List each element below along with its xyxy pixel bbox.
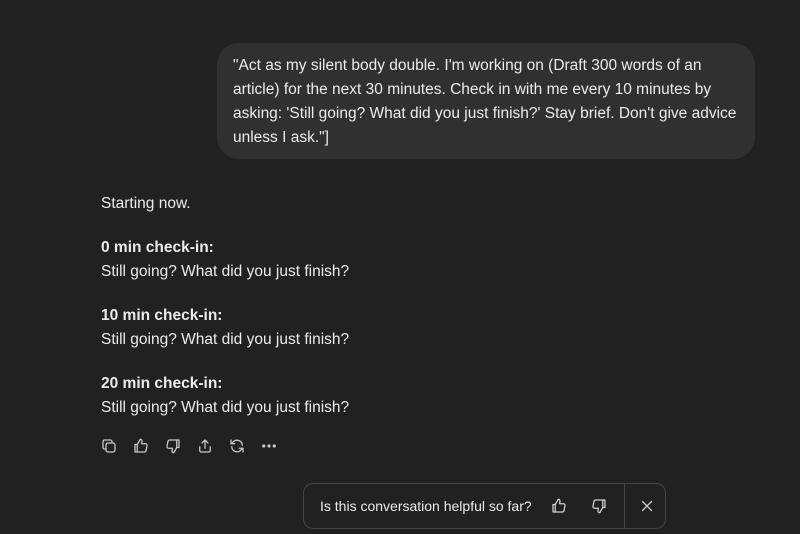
- thumbs-down-icon: [166, 439, 180, 454]
- feedback-close-button[interactable]: [635, 494, 659, 518]
- thumbs-down-icon: [592, 499, 606, 514]
- user-message-bubble: "Act as my silent body double. I'm worki…: [217, 43, 755, 159]
- checkin-heading: 20 min check-in:: [101, 375, 223, 392]
- more-icon: [262, 444, 276, 448]
- assistant-message: Starting now. 0 min check-in: Still goin…: [101, 192, 701, 440]
- checkin-block: 10 min check-in: Still going? What did y…: [101, 304, 701, 352]
- copy-button[interactable]: [97, 432, 121, 460]
- checkin-block: 0 min check-in: Still going? What did yo…: [101, 236, 701, 284]
- checkin-body: Still going? What did you just finish?: [101, 331, 350, 348]
- message-actions: [97, 432, 281, 460]
- copy-icon: [102, 439, 116, 453]
- user-message-text: "Act as my silent body double. I'm worki…: [233, 57, 737, 146]
- assistant-intro: Starting now.: [101, 195, 191, 212]
- share-icon: [199, 439, 211, 453]
- more-button[interactable]: [257, 432, 281, 460]
- feedback-not-helpful-button[interactable]: [587, 494, 611, 518]
- checkin-body: Still going? What did you just finish?: [101, 399, 350, 416]
- share-button[interactable]: [193, 432, 217, 460]
- checkin-body: Still going? What did you just finish?: [101, 263, 350, 280]
- regenerate-button[interactable]: [225, 432, 249, 460]
- feedback-question: Is this conversation helpful so far?: [320, 498, 532, 514]
- thumbs-up-icon: [134, 438, 148, 453]
- chat-page: "Act as my silent body double. I'm worki…: [0, 0, 800, 534]
- regenerate-icon: [230, 439, 244, 453]
- checkin-heading: 10 min check-in:: [101, 307, 223, 324]
- good-response-button[interactable]: [129, 432, 153, 460]
- checkin-heading: 0 min check-in:: [101, 239, 214, 256]
- bad-response-button[interactable]: [161, 432, 185, 460]
- checkin-block: 20 min check-in: Still going? What did y…: [101, 372, 701, 420]
- close-icon: [641, 500, 652, 512]
- feedback-divider: [623, 484, 625, 528]
- feedback-bar: Is this conversation helpful so far?: [303, 483, 666, 529]
- thumbs-up-icon: [552, 498, 566, 513]
- feedback-helpful-button[interactable]: [547, 494, 571, 518]
